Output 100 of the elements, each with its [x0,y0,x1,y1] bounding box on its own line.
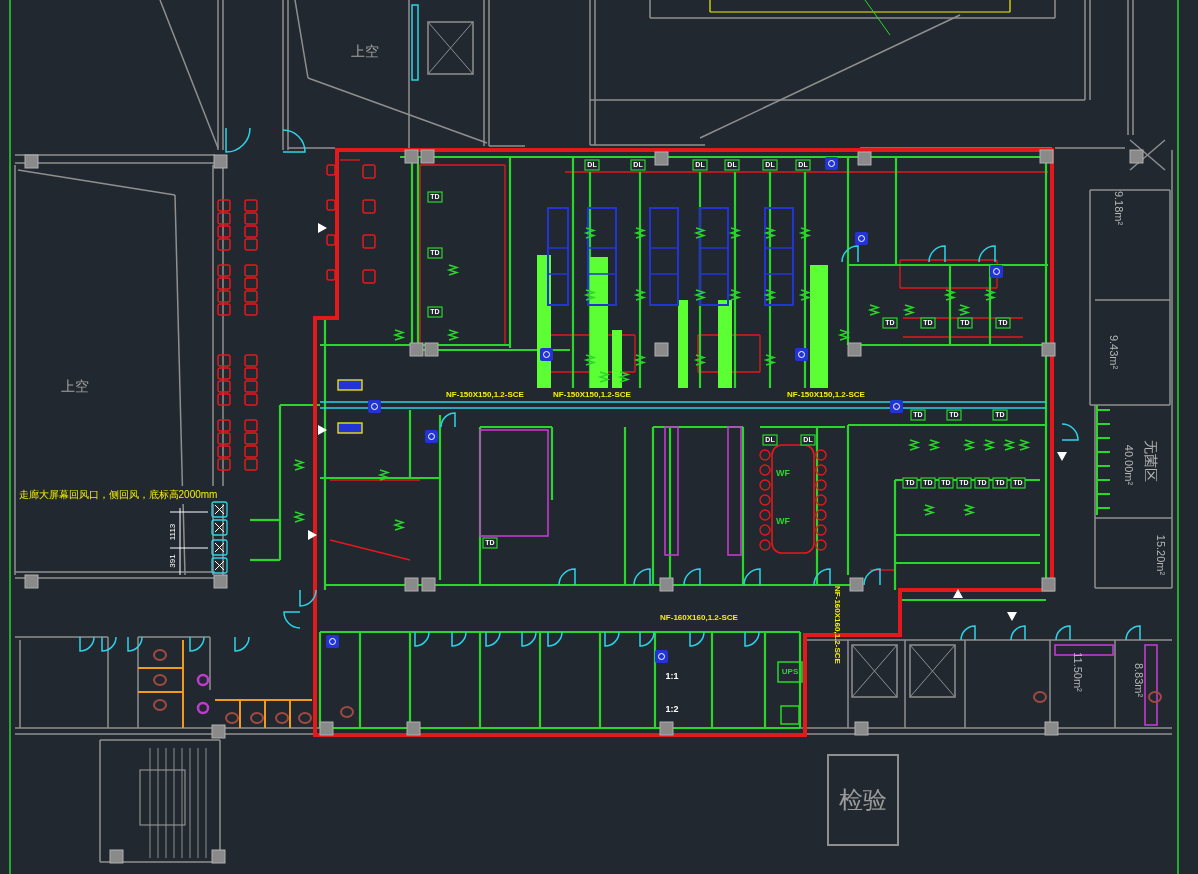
dimension-text: 391 [168,554,178,568]
equipment-label: UPS [781,667,799,677]
arrow-marker-icon [318,425,327,435]
toilet-icon [275,712,289,724]
structural-column [1041,342,1056,357]
structural-column [409,342,424,357]
door-swing [1125,625,1141,641]
chair [217,225,231,238]
chair [244,432,258,445]
room-area: 9.18m² [1113,190,1126,226]
door-swing [225,127,251,153]
chair [217,380,231,393]
toilet-icon [153,699,167,711]
equipment-symbol-icon [368,400,381,413]
equipment-symbol-icon [326,635,339,648]
door-swing [604,631,620,647]
toilet-icon [250,712,264,724]
chair [217,290,231,303]
chair [244,458,258,471]
air-diffuser-icon [922,504,936,516]
chair [815,524,827,536]
air-diffuser-icon [728,227,742,239]
structural-column [404,577,419,592]
air-diffuser-icon [583,354,597,366]
air-diffuser-icon [693,227,707,239]
structural-column [420,149,435,164]
air-diffuser-icon [292,459,306,471]
dimension-text: 1113 [168,523,178,541]
equipment-symbol-icon [890,400,903,413]
toilet-icon [1033,691,1047,703]
chair [759,539,771,551]
air-diffuser-icon [962,504,976,516]
equipment-symbol-icon [855,232,868,245]
toilet-icon [298,712,312,724]
equipment-label: 1:2 [665,704,679,715]
door-swing [978,245,996,263]
structural-column [1044,721,1059,736]
chair [362,164,376,179]
elevator-shaft [909,644,956,698]
door-swing [283,611,301,629]
air-diffuser-icon [597,371,611,383]
chair [244,419,258,432]
structural-column [659,721,674,736]
air-diffuser-icon [633,289,647,301]
air-diffuser-icon [867,304,881,316]
air-diffuser-icon [763,354,777,366]
structural-column [654,151,669,166]
door-swing [813,568,831,586]
chair [326,199,336,211]
door-swing [863,568,881,586]
air-diffuser-icon [446,264,460,276]
door-swing [743,568,761,586]
structural-column [24,574,39,589]
toilet-icon [225,712,239,724]
structural-column [211,724,226,739]
door-swing [928,245,946,263]
chair [815,479,827,491]
annotation-note: 走廊大屏幕回风口，侧回风，底标高2000mm [18,488,218,500]
chair [244,380,258,393]
chair [759,479,771,491]
chair [244,225,258,238]
air-diffuser-icon [982,439,996,451]
chair [759,494,771,506]
air-diffuser-icon [798,227,812,239]
structural-column [424,342,439,357]
chair [759,524,771,536]
air-diffuser-icon [446,329,460,341]
structural-column [659,577,674,592]
structural-column [1129,149,1144,164]
air-diffuser-icon [763,289,777,301]
chair [217,367,231,380]
door-swing [558,568,576,586]
door-swing [485,631,501,647]
vent-grille [211,519,228,536]
door-swing [282,129,306,153]
door-swing [521,631,537,647]
door-swing [960,625,976,641]
structural-column [211,849,226,864]
inspection-stamp: 检验 [827,754,899,846]
air-diffuser-icon [583,227,597,239]
chair [815,509,827,521]
air-diffuser-icon [583,289,597,301]
chair [244,354,258,367]
door-swing [299,589,317,607]
door-swing [689,631,705,647]
chair [815,539,827,551]
door-swing [633,568,651,586]
equipment-symbol-icon [425,430,438,443]
structural-column [421,577,436,592]
door-swing [234,636,250,652]
arrow-marker-icon [1057,452,1067,461]
structural-column [24,154,39,169]
structural-column [847,342,862,357]
chair [217,419,231,432]
equipment-symbol-icon [540,348,553,361]
panel-unit [337,422,363,434]
toilet-icon [1148,691,1162,703]
chair [217,445,231,458]
door-swing [841,245,859,263]
structural-column [1041,577,1056,592]
